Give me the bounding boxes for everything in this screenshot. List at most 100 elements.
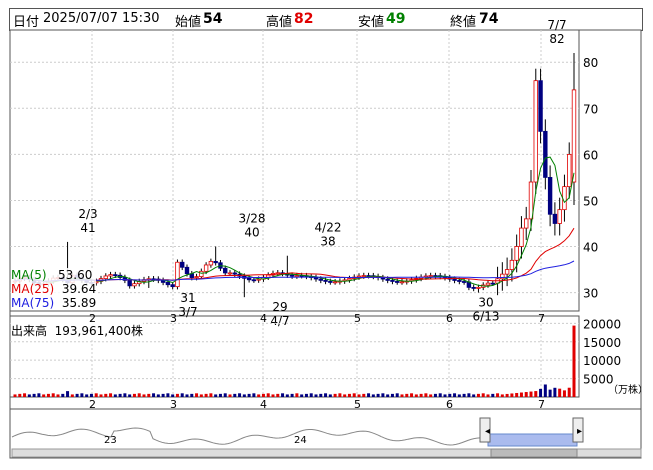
volume-bar [333, 393, 337, 397]
candle-body [500, 273, 505, 280]
candle-body [528, 181, 534, 220]
volume-bar [13, 394, 17, 397]
ma5-legend: MA(5) 53.60 [11, 268, 93, 282]
volume-bar [285, 394, 289, 397]
x-tick-label: 5 [354, 398, 361, 411]
volume-bar [51, 393, 55, 397]
volume-bar [519, 392, 523, 397]
ma-legend: MA(5) 53.60 MA(25) 39.64 MA(75) 35.89 [11, 268, 97, 310]
volume-bar [23, 393, 27, 397]
volume-bar [529, 391, 533, 397]
x-tick-label: 7 [538, 398, 545, 411]
annotation-value: 38 [320, 235, 335, 249]
candle-body [208, 260, 214, 266]
candle-body [165, 282, 171, 286]
candle-body [256, 278, 261, 281]
candle-body [547, 177, 553, 215]
volume-bar [257, 394, 261, 397]
volume-bar [457, 394, 461, 397]
candle-body [485, 282, 491, 286]
volume-bar [510, 393, 514, 397]
volume-bar [376, 393, 380, 397]
volume-bar [567, 387, 571, 397]
volume-bar [152, 393, 156, 397]
candle-body [289, 274, 295, 277]
volume-bar [80, 393, 84, 397]
volume-bar [266, 393, 270, 397]
volume-bar [419, 393, 423, 397]
stock-chart: 日付 2025/07/07 15:30 始値 54 高値 82 安値 49 終値… [0, 0, 653, 470]
candle-body [132, 283, 137, 287]
volume-unit-label: （万株） [608, 383, 648, 396]
candle-body [538, 80, 543, 132]
volume-bar [233, 393, 237, 397]
candle-body [399, 281, 405, 284]
volume-bar [238, 393, 242, 397]
annotation-date: 4/22 [315, 221, 342, 235]
volume-bar [70, 394, 74, 397]
y-tick-label: 40 [583, 241, 598, 255]
candle-body [490, 282, 495, 285]
candle-body [514, 246, 519, 261]
volume-bar [410, 393, 414, 397]
annotation-date: 3/28 [239, 212, 266, 226]
volume-bar [324, 393, 328, 397]
volume-bar [137, 393, 141, 397]
volume-tick-label: 20000 [583, 317, 621, 331]
candle-body [509, 259, 515, 270]
volume-bar [281, 393, 285, 397]
candle-body [457, 280, 462, 282]
x-tick-label: 2 [89, 398, 96, 411]
volume-bar [228, 394, 232, 397]
volume-bar [276, 393, 280, 397]
volume-bar [128, 394, 132, 397]
left-handle-arrow-icon: ◂ [485, 426, 490, 437]
volume-tick-label: 15000 [583, 336, 621, 350]
candle-body [476, 286, 481, 289]
candle-body [461, 281, 467, 283]
volume-bar [505, 393, 509, 397]
candle-body [323, 279, 328, 282]
volume-bar [481, 393, 485, 397]
x-tick-label: 3 [170, 398, 177, 411]
volume-bar [558, 388, 562, 397]
navigator-scroll-thumb[interactable] [490, 448, 578, 458]
y-tick-label: 30 [583, 287, 598, 301]
volume-bar [161, 393, 165, 397]
candle-body [361, 275, 366, 277]
candle-body [562, 186, 567, 211]
volume-bar [42, 394, 46, 397]
volume-bar [367, 393, 371, 397]
volume-bar [37, 393, 41, 397]
candle-body [356, 275, 362, 278]
volume-bar [438, 393, 442, 397]
annotation-value: 30 [478, 296, 493, 310]
candle-body [552, 213, 558, 224]
candle-body [103, 275, 108, 280]
candle-body [199, 270, 204, 277]
volume-bar [66, 391, 70, 397]
volume-bar [515, 392, 519, 397]
volume-bar [543, 384, 547, 397]
y-tick-label: 70 [583, 102, 598, 116]
volume-bar [295, 393, 299, 397]
volume-bar [118, 393, 122, 397]
candle-body [127, 279, 132, 287]
volume-bar [104, 393, 108, 397]
volume-bar [562, 390, 566, 397]
candle-body [213, 260, 218, 264]
volume-bar [218, 393, 222, 397]
volume-bar [472, 394, 476, 397]
candle-body [504, 269, 510, 275]
volume-bar [94, 393, 98, 397]
volume-bar [75, 393, 79, 397]
volume-bar [328, 394, 332, 397]
volume-bar [214, 394, 218, 397]
candle-body [567, 153, 572, 188]
volume-bar [132, 393, 136, 397]
chart-svg: 2233445566778070605040302/341313/73/2840… [9, 18, 648, 459]
candle-body [318, 278, 323, 281]
volume-bar [500, 394, 504, 397]
ma25-legend: MA(25) 39.64 [11, 282, 97, 296]
right-handle-arrow-icon: ▸ [577, 426, 582, 437]
